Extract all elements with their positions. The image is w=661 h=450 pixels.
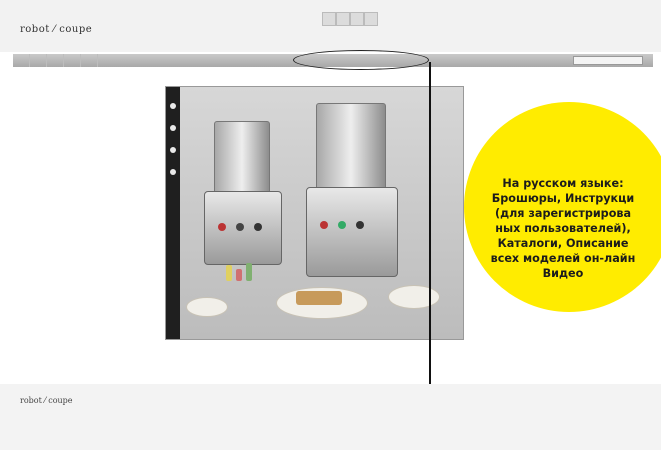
knob <box>320 221 328 229</box>
nav-item-4[interactable] <box>64 54 81 67</box>
knob <box>254 223 262 231</box>
callout-line: всех моделей он-лайн <box>490 252 636 265</box>
knob <box>338 221 346 229</box>
down-arrow-icon <box>429 62 431 430</box>
food-processor <box>306 187 398 277</box>
top-links <box>322 12 378 26</box>
footer: robot ⁄ coupe <box>0 384 661 450</box>
sidebar <box>22 90 150 97</box>
plate <box>186 297 228 317</box>
bottle <box>246 263 252 281</box>
knob <box>356 221 364 229</box>
processor-bowl <box>316 103 386 191</box>
callout-line: На русском языке: <box>502 177 624 190</box>
knob <box>218 223 226 231</box>
header: robot ⁄ coupe <box>0 0 661 52</box>
nav-item-documents[interactable] <box>81 54 98 67</box>
hero-side-strip <box>166 87 180 339</box>
top-link[interactable] <box>350 12 364 26</box>
callout-line: Каталоги, Описание <box>497 237 629 250</box>
slide-dot[interactable] <box>170 169 176 175</box>
nav-item-1[interactable] <box>13 54 30 67</box>
top-link[interactable] <box>336 12 350 26</box>
callout-line: (для зарегистрирова <box>494 207 632 220</box>
ellipse-highlight <box>293 50 429 70</box>
knob <box>236 223 244 231</box>
food <box>296 291 342 305</box>
site-logo[interactable]: robot ⁄ coupe <box>20 24 92 35</box>
bottle <box>226 265 232 281</box>
callout-text: На русском языке: Брошюры, Инструкци (дл… <box>456 176 661 281</box>
slide-dot[interactable] <box>170 125 176 131</box>
callout-line: ных пользователей), <box>495 222 631 235</box>
top-link[interactable] <box>322 12 336 26</box>
slide-dot[interactable] <box>170 103 176 109</box>
callout-line: Видео <box>542 267 584 280</box>
callout-line: Брошюры, Инструкци <box>491 192 635 205</box>
bottle <box>236 269 242 281</box>
nav-item-2[interactable] <box>30 54 47 67</box>
slide-dot[interactable] <box>170 147 176 153</box>
footer-logo[interactable]: robot ⁄ coupe <box>20 396 73 405</box>
hero-image <box>165 86 464 340</box>
search-input[interactable] <box>573 56 643 65</box>
plate <box>388 285 440 309</box>
processor-bowl <box>214 121 270 195</box>
nav-item-3[interactable] <box>47 54 64 67</box>
top-link[interactable] <box>364 12 378 26</box>
